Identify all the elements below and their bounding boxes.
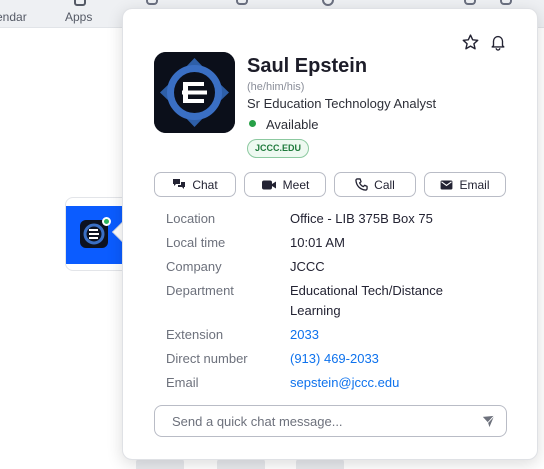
phone-icon xyxy=(355,178,368,191)
detail-label: Local time xyxy=(166,235,226,250)
department-value: Educational Tech/Distance Learning xyxy=(290,283,443,318)
toolbar-icon[interactable] xyxy=(322,0,334,6)
bell-icon xyxy=(491,35,505,51)
bell-icon[interactable] xyxy=(500,0,512,5)
favorite-button[interactable] xyxy=(459,31,481,53)
nav-apps-label[interactable]: Apps xyxy=(65,10,92,24)
call-button-label: Call xyxy=(374,177,395,192)
detail-label: Extension xyxy=(166,327,224,342)
email-button-label: Email xyxy=(459,177,490,192)
contact-pronouns: (he/him/his) xyxy=(247,81,305,93)
detail-label: Direct number xyxy=(166,351,248,366)
toolbar-icon[interactable] xyxy=(236,0,248,5)
send-button[interactable] xyxy=(480,413,496,429)
call-button[interactable]: Call xyxy=(334,172,416,197)
detail-row-direct-number: Direct number (913) 469-2033 xyxy=(166,349,506,369)
detail-label: Location xyxy=(166,211,216,226)
local-time-value: 10:01 AM xyxy=(290,235,345,250)
quick-chat-input[interactable]: Send a quick chat message... xyxy=(154,405,507,437)
action-buttons: Chat Meet Call Email xyxy=(154,172,507,198)
meet-button-label: Meet xyxy=(282,177,310,192)
contact-details: Location Office - LIB 375B Box 75 Local … xyxy=(166,209,506,397)
presence-status: Available xyxy=(266,117,319,132)
star-icon xyxy=(462,33,478,49)
presence-dot xyxy=(249,120,256,127)
apps-icon[interactable] xyxy=(74,0,86,6)
direct-number-link[interactable]: (913) 469-2033 xyxy=(290,349,379,369)
contact-job-title: Sr Education Technology Analyst xyxy=(247,96,437,111)
detail-row-local-time: Local time 10:01 AM xyxy=(166,233,506,253)
email-link[interactable]: sepstein@jccc.edu xyxy=(290,373,399,393)
chat-bubbles-icon xyxy=(173,179,186,189)
notify-button[interactable] xyxy=(487,31,509,53)
email-button[interactable]: Email xyxy=(424,172,506,197)
nav-calendar-label[interactable]: endar xyxy=(0,10,27,24)
detail-row-location: Location Office - LIB 375B Box 75 xyxy=(166,209,506,229)
detail-label: Company xyxy=(166,259,222,274)
detail-row-extension: Extension 2033 xyxy=(166,325,506,345)
background-fragment xyxy=(217,459,265,469)
chat-button-label: Chat xyxy=(192,177,218,192)
presence-indicator xyxy=(102,217,111,226)
quick-chat-placeholder: Send a quick chat message... xyxy=(172,413,343,429)
video-camera-icon xyxy=(261,180,276,189)
toolbar-icon[interactable] xyxy=(464,0,476,5)
extension-link[interactable]: 2033 xyxy=(290,325,319,345)
chat-button[interactable]: Chat xyxy=(154,172,236,197)
location-value: Office - LIB 375B Box 75 xyxy=(290,211,433,226)
detail-label: Email xyxy=(166,375,199,390)
meet-button[interactable]: Meet xyxy=(244,172,326,197)
background-fragment xyxy=(136,459,184,469)
contact-name: Saul Epstein xyxy=(247,55,368,77)
background-fragment xyxy=(296,459,344,469)
detail-row-company: Company JCCC xyxy=(166,257,506,277)
detail-row-department: Department Educational Tech/Distance Lea… xyxy=(166,281,506,321)
envelope-icon xyxy=(441,179,453,190)
detail-label: Department xyxy=(166,283,234,298)
send-arrow-icon xyxy=(482,415,494,427)
avatar xyxy=(154,52,235,133)
profile-card: Saul Epstein (he/him/his) Sr Education T… xyxy=(122,8,538,460)
detail-row-email: Email sepstein@jccc.edu xyxy=(166,373,506,393)
domain-badge: JCCC.EDU xyxy=(247,139,310,158)
company-value: JCCC xyxy=(290,259,325,274)
toolbar-icon[interactable] xyxy=(146,0,158,5)
